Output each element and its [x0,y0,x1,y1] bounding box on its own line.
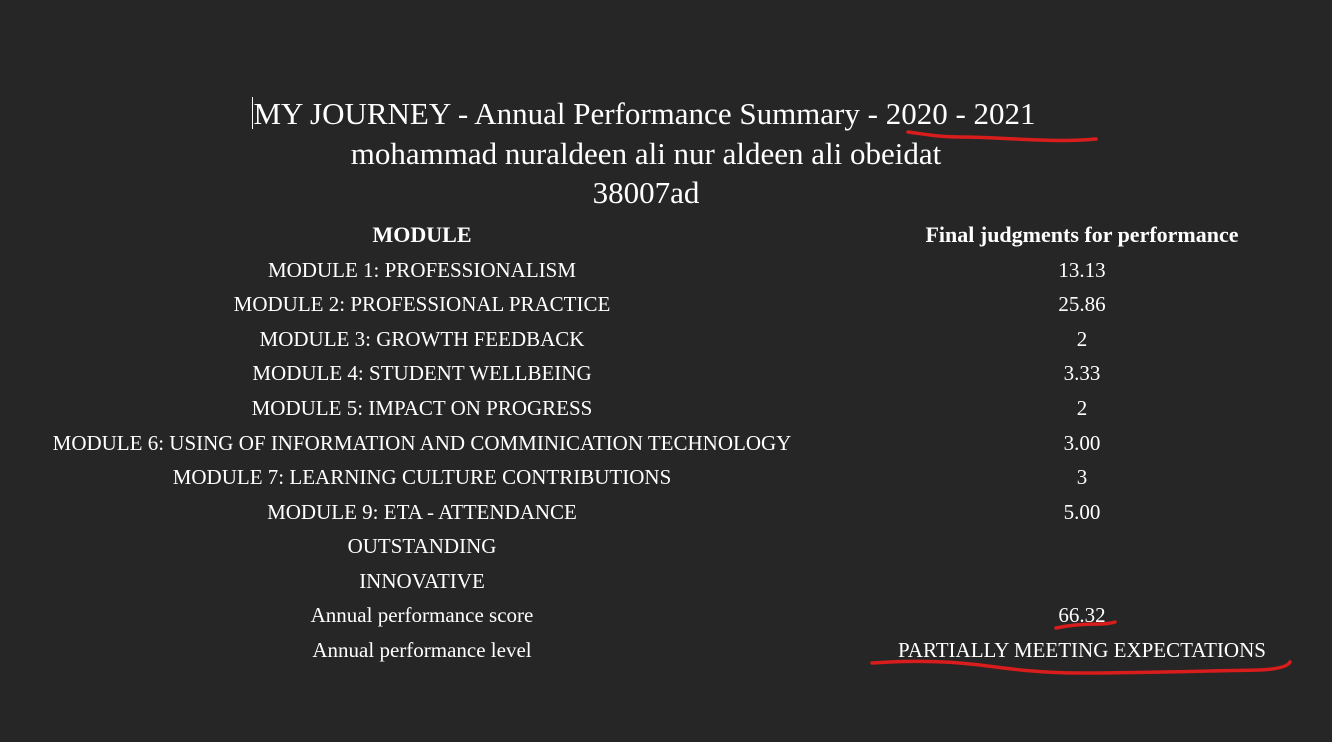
table-row: Annual performance level PARTIALLY MEETI… [0,633,1332,667]
table-row: MODULE 7: LEARNING CULTURE CONTRIBUTIONS… [0,460,1332,494]
annual-score: 66.32 [1058,603,1106,627]
module-score: 3.33 [1063,361,1101,385]
table-row: OUTSTANDING [0,529,1332,563]
module-score: 5.00 [1063,500,1101,524]
document-page: MY JOURNEY - Annual Performance Summary … [0,0,1332,742]
table-row: MODULE 6: USING OF INFORMATION AND COMMI… [0,426,1332,460]
table-row: Annual performance score 66.32 [0,598,1332,632]
table-header-row: MODULE Final judgments for performance [0,218,1332,252]
module-name: MODULE 4: STUDENT WELLBEING [252,361,592,385]
table-row: MODULE 1: PROFESSIONALISM 13.13 [0,253,1332,287]
title-year: 2020 - 2021 [885,96,1036,131]
table-row: MODULE 2: PROFESSIONAL PRACTICE 25.86 [0,287,1332,321]
score-label: Annual performance score [310,603,534,627]
page-title[interactable]: MY JOURNEY - Annual Performance Summary … [0,96,1310,132]
title-prefix: MY JOURNEY - Annual Performance Summary … [253,96,886,131]
module-score: 2 [1076,327,1088,351]
module-name: MODULE 7: LEARNING CULTURE CONTRIBUTIONS [172,465,672,489]
annual-level: PARTIALLY MEETING EXPECTATIONS [898,638,1266,662]
module-score: 2 [1076,396,1088,420]
module-name: MODULE 1: PROFESSIONALISM [267,258,577,282]
module-name: MODULE 5: IMPACT ON PROGRESS [251,396,593,420]
module-name: INNOVATIVE [359,569,485,593]
module-name: OUTSTANDING [347,534,497,558]
table-row: MODULE 4: STUDENT WELLBEING 3.33 [0,356,1332,390]
employee-name: mohammad nuraldeen ali nur aldeen ali ob… [350,136,942,171]
module-name: MODULE 3: GROWTH FEEDBACK [259,327,585,351]
module-score: 3 [1076,465,1088,489]
module-name: MODULE 9: ETA - ATTENDANCE [267,500,577,524]
module-score: 3.00 [1063,431,1101,455]
table-row: MODULE 5: IMPACT ON PROGRESS 2 [0,391,1332,425]
table-row: INNOVATIVE [0,564,1332,598]
table-row: MODULE 3: GROWTH FEEDBACK 2 [0,322,1332,356]
module-score: 13.13 [1058,258,1106,282]
employee-id: 38007ad [592,175,700,210]
table-row: MODULE 9: ETA - ATTENDANCE 5.00 [0,495,1332,529]
module-name: MODULE 2: PROFESSIONAL PRACTICE [233,292,611,316]
module-name: MODULE 6: USING OF INFORMATION AND COMMI… [52,431,792,455]
column-header-module: MODULE [372,222,472,247]
module-score: 25.86 [1058,292,1106,316]
column-header-judgment: Final judgments for performance [925,222,1239,247]
level-label: Annual performance level [312,638,532,662]
